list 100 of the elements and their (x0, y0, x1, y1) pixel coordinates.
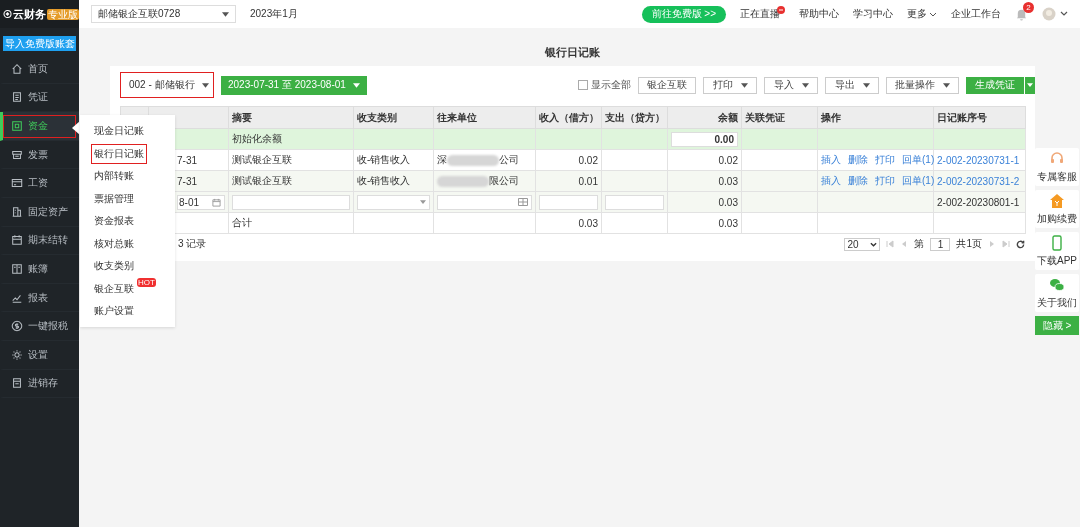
submenu-item[interactable]: 银行日记账 (91, 143, 147, 164)
category-text: 收-销售收入 (357, 175, 411, 186)
balance-text: 0.03 (718, 175, 738, 187)
column-header: 收入（借方） (535, 106, 602, 129)
dropdown-button[interactable]: 批量操作 (886, 76, 959, 94)
amount-text: 0.03 (578, 217, 598, 229)
summary-text: 测试银企互联 (232, 154, 292, 165)
submenu-item[interactable]: 核对总账 (91, 233, 137, 254)
submenu-item[interactable]: 现金日记账 (91, 121, 147, 141)
edition-badge: 专业版 (47, 8, 79, 20)
nav-icon (11, 377, 23, 390)
submenu-item[interactable]: 收支类别 (91, 256, 137, 276)
partner-text: 限公司 (489, 174, 519, 188)
submenu-item[interactable]: 银企互联 (91, 278, 137, 299)
logo-text: 云财务 (13, 6, 46, 22)
top-link[interactable]: 学习中心 (853, 7, 893, 21)
summary-input[interactable] (232, 194, 350, 210)
account-select[interactable]: 002 - 邮储银行 (120, 72, 214, 98)
action-link[interactable]: 插入 (821, 174, 841, 188)
date-input[interactable]: 8-01 (177, 194, 225, 210)
last-page-icon[interactable] (1002, 240, 1010, 248)
sidebar-item[interactable]: 资金 (0, 112, 79, 141)
side-tool-button[interactable]: 关于我们 (1035, 274, 1079, 312)
top-link[interactable]: 帮助中心 (799, 7, 839, 21)
show-all-checkbox[interactable]: 显示全部 (578, 78, 631, 92)
page-size-select[interactable]: 20 (844, 237, 881, 251)
date-text: 7-31 (177, 175, 197, 187)
balance-text: 0.03 (718, 196, 738, 208)
nav-icon (11, 91, 23, 104)
column-header: 收支类别 (353, 106, 434, 129)
dropdown-button[interactable]: 导出 (825, 76, 879, 94)
nav-icon (11, 262, 23, 275)
chevron-icon (929, 11, 937, 17)
action-link[interactable]: 回单(1) (902, 153, 935, 167)
category-select[interactable] (357, 194, 430, 210)
caret-icon (202, 82, 209, 88)
action-link[interactable]: 打印 (875, 174, 895, 188)
top-link[interactable]: 更多 (907, 7, 937, 21)
balance-input[interactable]: 0.00 (671, 131, 738, 147)
toolbar-button[interactable]: 银企互联 (638, 76, 696, 94)
nav-icon (11, 120, 23, 132)
split-caret-button[interactable] (1025, 76, 1035, 94)
expense-input[interactable] (605, 194, 664, 210)
column-header: 余额 (667, 106, 742, 129)
column-header: 支出（贷方） (601, 106, 668, 129)
serial-text: 2-002-20230801-1 (937, 196, 1020, 208)
partner-input[interactable] (437, 194, 532, 210)
nav-icon (11, 205, 23, 218)
caret-icon (741, 82, 748, 88)
company-select[interactable]: 邮储银企互联0728 (91, 5, 236, 23)
caret-icon (863, 82, 870, 88)
action-link[interactable]: 删除 (848, 153, 868, 167)
submenu-item[interactable]: 票据管理 (91, 188, 137, 209)
category-text: 收-销售收入 (357, 154, 411, 165)
caret-icon (802, 82, 809, 88)
submenu-item[interactable]: 账户设置 (91, 301, 137, 321)
period-text: 2023年1月 (250, 7, 298, 21)
page-input[interactable]: 1 (930, 237, 951, 251)
partner-text: 公司 (499, 153, 519, 167)
action-link[interactable]: 插入 (821, 153, 841, 167)
action-link[interactable]: 删除 (848, 174, 868, 188)
blurred-area (437, 175, 489, 187)
nav-icon (11, 320, 23, 333)
column-header: 操作 (817, 106, 934, 129)
submenu-item[interactable]: 内部转账 (91, 166, 137, 186)
amount-text: 0.02 (578, 154, 598, 166)
first-page-icon[interactable] (886, 240, 895, 248)
side-tool-button[interactable]: 加购续费 (1035, 190, 1079, 228)
record-count: 3 记录 (178, 237, 207, 251)
nav-icon (11, 234, 23, 247)
refresh-icon[interactable] (1016, 239, 1025, 249)
phone-icon (1049, 234, 1065, 251)
summary-text: 合计 (232, 217, 252, 228)
submenu-item[interactable]: 资金报表 (91, 211, 137, 231)
top-link[interactable]: 正在直播 (740, 7, 780, 21)
prev-page-icon[interactable] (900, 240, 909, 248)
next-page-icon[interactable] (988, 240, 996, 248)
date-text: 7-31 (177, 154, 197, 166)
balance-text: 0.02 (718, 154, 738, 166)
avatar-icon[interactable] (1042, 7, 1068, 21)
notification-badge: 2 (1023, 1, 1034, 13)
summary-text: 测试银企互联 (232, 175, 292, 186)
nav-icon (11, 348, 23, 361)
hot-badge: HOT (137, 277, 156, 287)
column-header: 日记账序号 (933, 106, 1026, 129)
income-input[interactable] (539, 194, 598, 210)
column-header: 往来单位 (433, 106, 536, 129)
action-link[interactable]: 打印 (875, 153, 895, 167)
dropdown-button[interactable]: 打印 (703, 76, 757, 94)
action-link[interactable]: 回单(1) (902, 174, 935, 188)
side-tool-button[interactable]: 下载APP (1035, 232, 1079, 270)
column-header: 摘要 (228, 106, 354, 129)
dropdown-button[interactable]: 导入 (764, 76, 818, 94)
side-tool-button[interactable]: 专属客服 (1035, 148, 1079, 186)
nav-icon (11, 177, 23, 190)
bell-icon[interactable] (1015, 7, 1028, 21)
nav-icon (11, 62, 23, 75)
logo-icon (3, 8, 12, 20)
balance-text: 0.03 (718, 217, 738, 229)
top-link[interactable]: 企业工作台 (951, 7, 1001, 21)
